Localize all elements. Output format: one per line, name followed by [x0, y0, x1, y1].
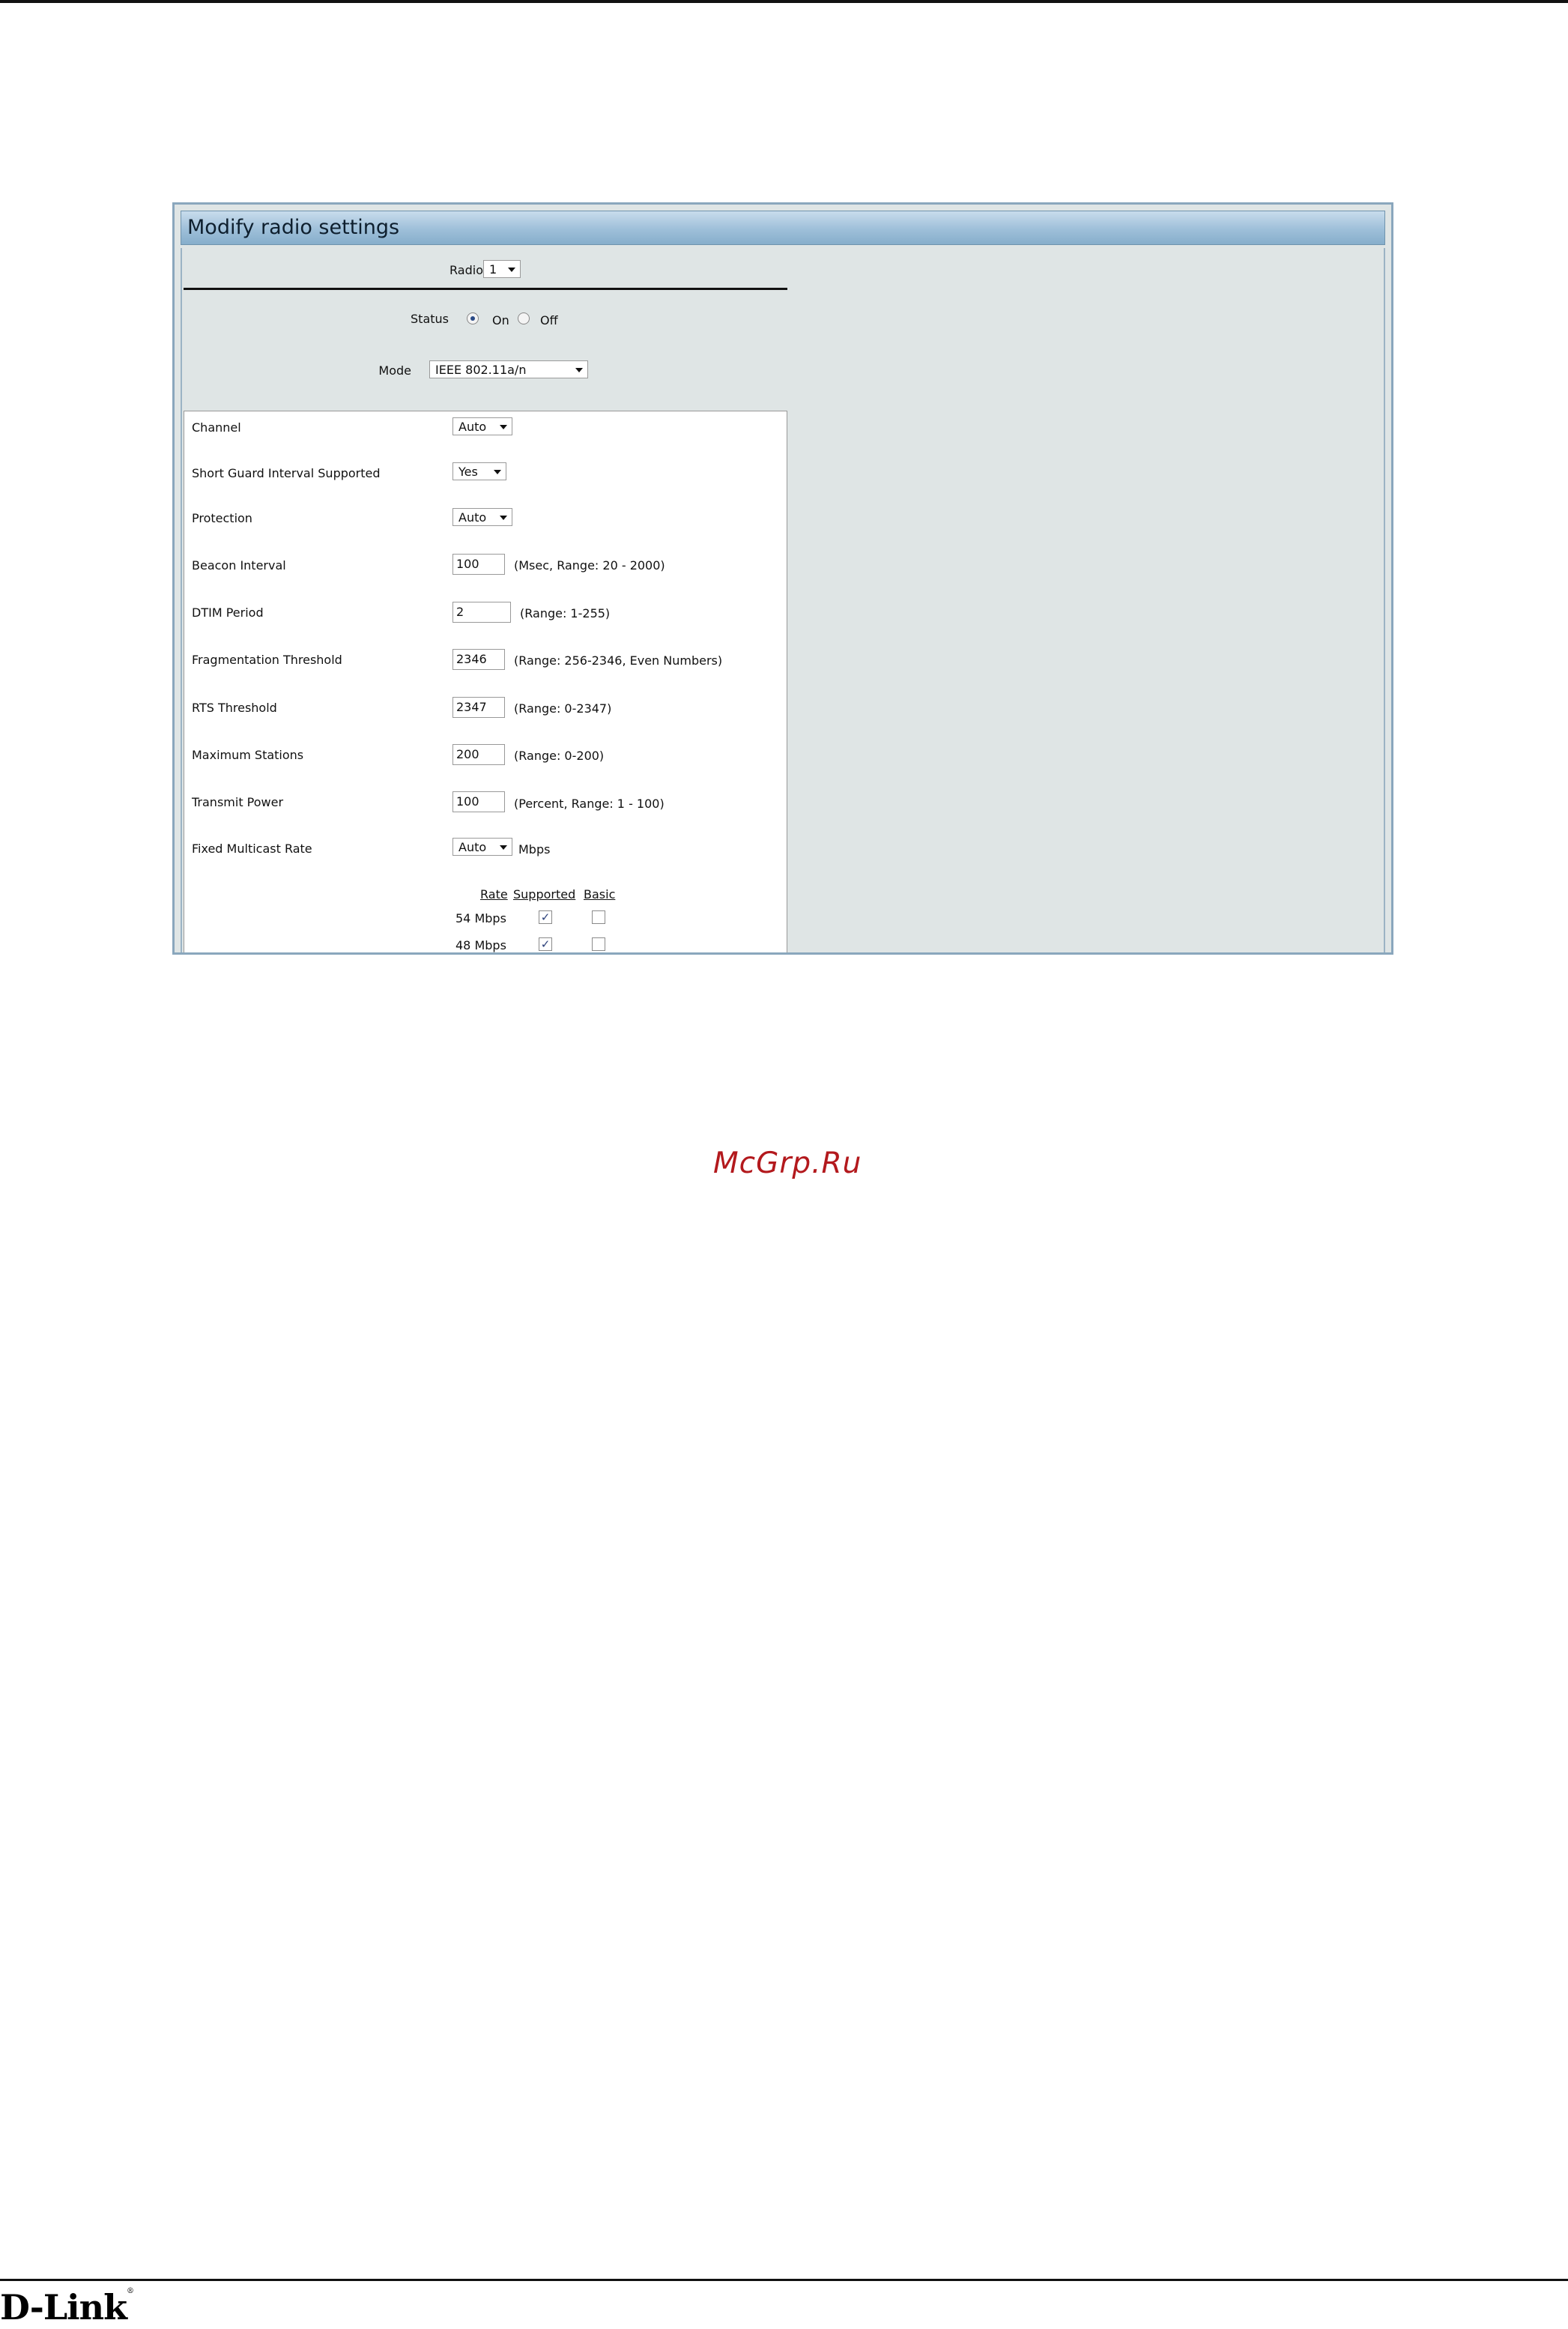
- beacon-interval-hint: (Msec, Range: 20 - 2000): [514, 558, 665, 573]
- mode-label: Mode: [378, 363, 411, 378]
- rate-54-basic-checkbox[interactable]: [592, 910, 605, 924]
- advanced-settings-box: Channel Auto Short Guard Interval Suppor…: [184, 411, 787, 952]
- panel-title: Modify radio settings: [187, 216, 400, 239]
- panel-header: Modify radio settings: [181, 211, 1385, 245]
- dtim-period-input[interactable]: 2: [452, 602, 511, 623]
- short-guard-select-value: Yes: [458, 465, 478, 479]
- fixed-multicast-select-value: Auto: [458, 840, 487, 854]
- dtim-period-label: DTIM Period: [192, 605, 264, 620]
- chevron-down-icon: [575, 368, 583, 372]
- protection-select[interactable]: Auto: [452, 508, 512, 526]
- chevron-down-icon: [508, 268, 515, 272]
- protection-select-value: Auto: [458, 510, 487, 525]
- radio-select-value: 1: [489, 262, 497, 277]
- top-rule: [0, 0, 1568, 3]
- fragmentation-input[interactable]: 2346: [452, 649, 505, 670]
- fixed-multicast-unit: Mbps: [518, 842, 551, 857]
- dlink-logo: D-Link®: [0, 2287, 134, 2328]
- chevron-down-icon: [500, 845, 507, 850]
- radio-selected-dot: [470, 316, 475, 321]
- max-stations-hint: (Range: 0-200): [514, 749, 605, 763]
- supported-column-header: Supported: [513, 887, 576, 901]
- rate-48-supported-checkbox[interactable]: ✓: [539, 937, 552, 951]
- rts-threshold-input[interactable]: 2347: [452, 697, 505, 718]
- channel-label: Channel: [192, 420, 241, 435]
- dtim-period-hint: (Range: 1-255): [520, 606, 611, 620]
- fixed-multicast-select[interactable]: Auto: [452, 838, 512, 856]
- beacon-interval-input[interactable]: 100: [452, 554, 505, 575]
- protection-label: Protection: [192, 511, 252, 525]
- chevron-down-icon: [500, 425, 507, 429]
- screenshot-panel: Modify radio settings Radio 1 Status On …: [172, 202, 1393, 955]
- brand-name: D-Link: [0, 2287, 127, 2328]
- status-off-radio[interactable]: [518, 312, 530, 324]
- rate-row-label: 54 Mbps: [455, 911, 506, 925]
- beacon-interval-label: Beacon Interval: [192, 558, 286, 573]
- fragmentation-hint: (Range: 256-2346, Even Numbers): [514, 653, 723, 668]
- registered-mark: ®: [126, 2287, 134, 2295]
- basic-column-header: Basic: [584, 887, 616, 901]
- footer-rule: [0, 2279, 1568, 2281]
- chevron-down-icon: [494, 470, 501, 474]
- section-separator: [184, 288, 787, 290]
- rate-column-header: Rate: [480, 887, 508, 901]
- rts-threshold-hint: (Range: 0-2347): [514, 701, 612, 716]
- transmit-power-hint: (Percent, Range: 1 - 100): [514, 797, 665, 811]
- rate-row-label: 48 Mbps: [455, 938, 506, 952]
- rate-48-basic-checkbox[interactable]: [592, 937, 605, 951]
- max-stations-label: Maximum Stations: [192, 748, 304, 762]
- short-guard-label: Short Guard Interval Supported: [192, 466, 381, 480]
- rate-54-supported-checkbox[interactable]: ✓: [539, 910, 552, 924]
- radio-select[interactable]: 1: [483, 260, 521, 278]
- max-stations-input[interactable]: 200: [452, 744, 505, 765]
- status-on-radio[interactable]: [467, 312, 479, 324]
- chevron-down-icon: [500, 516, 507, 520]
- transmit-power-label: Transmit Power: [192, 795, 284, 809]
- status-label: Status: [411, 312, 449, 326]
- radio-label: Radio: [449, 263, 483, 277]
- fragmentation-label: Fragmentation Threshold: [192, 653, 342, 667]
- mode-select[interactable]: IEEE 802.11a/n: [429, 360, 588, 378]
- watermark: McGrp.Ru: [713, 1147, 862, 1180]
- short-guard-select[interactable]: Yes: [452, 462, 506, 480]
- status-off-label: Off: [540, 313, 558, 327]
- fixed-multicast-label: Fixed Multicast Rate: [192, 842, 312, 856]
- transmit-power-input[interactable]: 100: [452, 791, 505, 812]
- status-on-label: On: [492, 313, 509, 327]
- channel-select-value: Auto: [458, 420, 487, 434]
- mode-select-value: IEEE 802.11a/n: [435, 363, 527, 377]
- channel-select[interactable]: Auto: [452, 417, 512, 435]
- rts-threshold-label: RTS Threshold: [192, 701, 277, 715]
